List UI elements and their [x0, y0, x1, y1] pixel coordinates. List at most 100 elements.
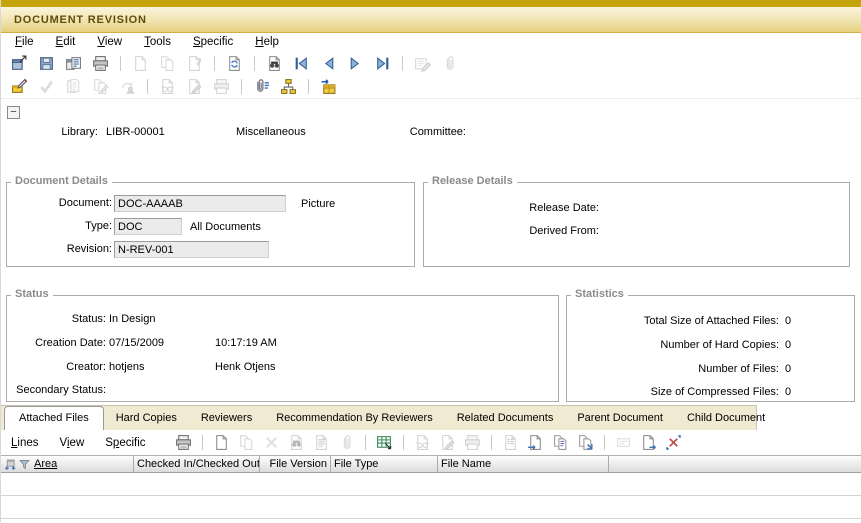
- insert-grid-icon[interactable]: [376, 434, 393, 451]
- stat-hard-copies-label: Number of Hard Copies:: [572, 339, 779, 351]
- next-record-icon[interactable]: [347, 55, 364, 72]
- toolbar-separator: [120, 56, 121, 71]
- new-line-icon[interactable]: [213, 434, 230, 451]
- creation-date-value: 07/15/2009: [109, 337, 164, 349]
- export-line-icon[interactable]: [640, 434, 657, 451]
- prev-record-icon[interactable]: [320, 55, 337, 72]
- stat-number-files-label: Number of Files:: [572, 363, 779, 375]
- document-description: Picture: [301, 198, 335, 210]
- duplicate-icon: [159, 55, 176, 72]
- document-structure-icon[interactable]: [280, 78, 297, 95]
- undo-checkout-icon: [119, 78, 136, 95]
- edit-text-icon: [414, 55, 431, 72]
- toolbar-separator: [147, 79, 148, 94]
- grid-empty-row: [1, 496, 861, 519]
- column-header-area[interactable]: Area: [1, 456, 134, 472]
- status-label: Status:: [9, 313, 106, 325]
- revision-label: Revision:: [12, 243, 112, 255]
- collapse-button[interactable]: −: [7, 106, 20, 119]
- column-header-file-version[interactable]: File Version: [260, 456, 331, 472]
- status-group: Status Status: In Design Creation Date: …: [6, 295, 559, 402]
- secondary-status-label: Secondary Status:: [9, 384, 106, 396]
- library-value: LIBR-00001: [106, 126, 165, 138]
- attached-files-icon[interactable]: [253, 78, 270, 95]
- first-record-icon[interactable]: [293, 55, 310, 72]
- filter-icon[interactable]: [18, 458, 31, 471]
- delete-line-icon: [263, 434, 280, 451]
- save-exit-icon[interactable]: [11, 55, 28, 72]
- sort-columns-icon[interactable]: [4, 458, 17, 471]
- lines-menu-specific[interactable]: Specific: [105, 437, 145, 449]
- toolbar-separator: [491, 435, 492, 450]
- type-label: Type:: [12, 220, 112, 232]
- column-header-file-type[interactable]: File Type: [331, 456, 438, 472]
- creation-date-label: Creation Date:: [9, 337, 106, 349]
- status-legend: Status: [11, 288, 53, 300]
- form-area: − Library: LIBR-00001 Miscellaneous Comm…: [1, 100, 861, 405]
- stat-hard-copies-value: 0: [785, 339, 791, 351]
- column-header-file-name[interactable]: File Name: [438, 456, 609, 472]
- main-toolbar: [1, 51, 861, 75]
- document-details-group: Document Details Document: Picture Type:…: [6, 182, 415, 267]
- view-details-icon: [159, 78, 176, 95]
- type-input[interactable]: [114, 218, 182, 235]
- menu-view[interactable]: View: [97, 36, 122, 48]
- menu-edit[interactable]: Edit: [56, 36, 76, 48]
- grid-header: AreaChecked In/Checked OutFile VersionFi…: [1, 455, 861, 473]
- statistics-group: Statistics Total Size of Attached Files:…: [566, 295, 855, 402]
- rotate-current-icon[interactable]: [226, 55, 243, 72]
- print-lines-icon[interactable]: [175, 434, 192, 451]
- grid-empty-row: [1, 473, 861, 496]
- toolbar-separator: [241, 79, 242, 94]
- type-description: All Documents: [190, 221, 261, 233]
- titlebar: DOCUMENT REVISION: [1, 7, 861, 33]
- column-header-checked-in-checked-out[interactable]: Checked In/Checked Out: [134, 456, 260, 472]
- menu-tools[interactable]: Tools: [144, 36, 171, 48]
- menu-specific[interactable]: Specific: [193, 36, 233, 48]
- approve-icon: [38, 78, 55, 95]
- release-details-legend: Release Details: [428, 175, 517, 187]
- document-input[interactable]: [114, 195, 286, 212]
- line-list-icon: [502, 434, 519, 451]
- revision-input[interactable]: [114, 241, 269, 258]
- duplicate-row-icon[interactable]: [552, 434, 569, 451]
- texts-icon: [65, 78, 82, 95]
- find-icon[interactable]: [266, 55, 283, 72]
- tab-attached-files[interactable]: Attached Files: [4, 406, 104, 430]
- toolbar-separator: [214, 56, 215, 71]
- modify-icon[interactable]: [11, 78, 28, 95]
- view-line-icon: [414, 434, 431, 451]
- print-icon[interactable]: [92, 55, 109, 72]
- document-details-legend: Document Details: [11, 175, 112, 187]
- tab-child-document[interactable]: Child Document: [675, 406, 777, 430]
- tab-recommendation-by-reviewers[interactable]: Recommendation By Reviewers: [264, 406, 445, 430]
- copy-revision-icon: [92, 78, 109, 95]
- check-in-out-icon[interactable]: [320, 78, 337, 95]
- toolbar-separator: [365, 435, 366, 450]
- lines-menubar: Lines View Specific: [1, 430, 861, 455]
- lines-menu-view[interactable]: View: [60, 437, 85, 449]
- save-icon[interactable]: [38, 55, 55, 72]
- new-record-icon: [132, 55, 149, 72]
- stat-number-files-value: 0: [785, 363, 791, 375]
- copy-line-icon: [238, 434, 255, 451]
- print-line-details-icon: [464, 434, 481, 451]
- line-attachment-icon: [338, 434, 355, 451]
- lines-menu-lines[interactable]: Lines: [11, 437, 39, 449]
- menu-file[interactable]: File: [15, 36, 34, 48]
- paste-row-icon[interactable]: [577, 434, 594, 451]
- save-new-icon[interactable]: [65, 55, 82, 72]
- window-accent-strip: [1, 0, 861, 7]
- insert-row-icon[interactable]: [527, 434, 544, 451]
- tab-related-documents[interactable]: Related Documents: [445, 406, 566, 430]
- menu-help[interactable]: Help: [255, 36, 279, 48]
- tab-reviewers[interactable]: Reviewers: [189, 406, 264, 430]
- lines-menu: Lines View Specific: [11, 437, 167, 449]
- unlink-icon[interactable]: [665, 434, 682, 451]
- tab-parent-document[interactable]: Parent Document: [565, 406, 675, 430]
- column-header-empty: [609, 456, 861, 472]
- release-details-group: Release Details Release Date: Derived Fr…: [423, 182, 850, 267]
- stat-attached-size-value: 0: [785, 315, 791, 327]
- tab-hard-copies[interactable]: Hard Copies: [104, 406, 189, 430]
- last-record-icon[interactable]: [374, 55, 391, 72]
